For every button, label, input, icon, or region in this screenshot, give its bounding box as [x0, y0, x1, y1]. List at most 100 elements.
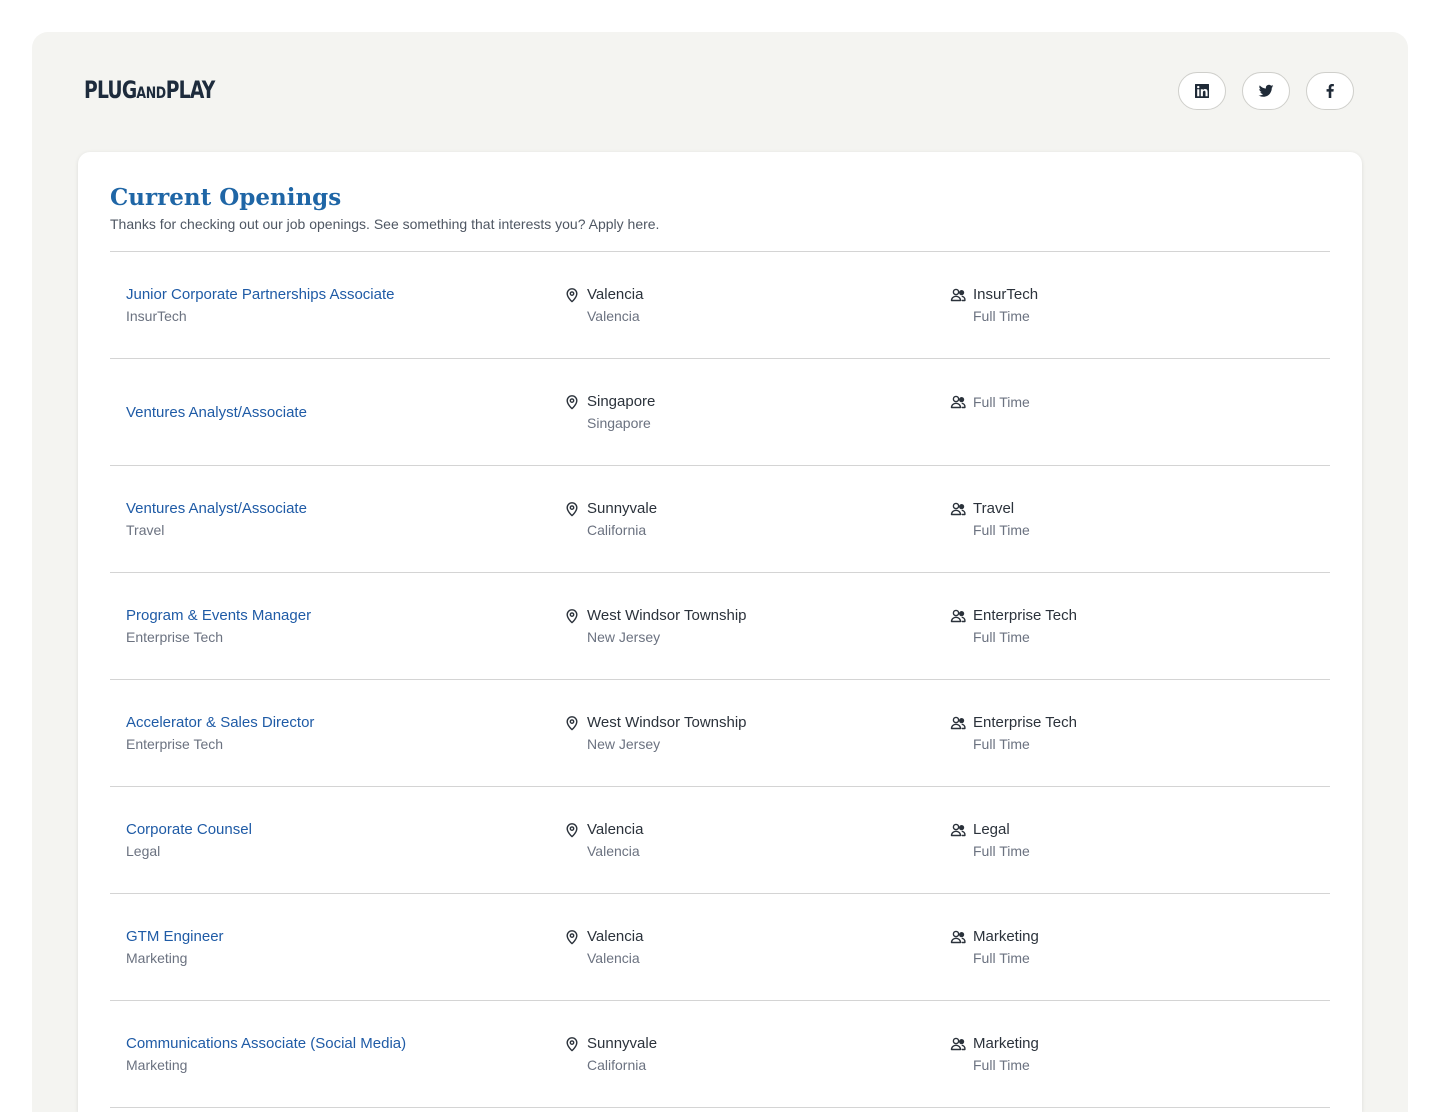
job-info: Accelerator & Sales Director Enterprise …	[126, 680, 546, 786]
people-icon	[950, 608, 966, 624]
job-department-name: Enterprise Tech	[973, 607, 1077, 624]
job-row[interactable]: GTM Engineer Marketing Valencia Valencia…	[110, 894, 1330, 1001]
job-info: Junior Corporate Partnerships Associate …	[126, 252, 546, 358]
page-title: Current Openings	[110, 184, 342, 211]
location-pin-icon	[564, 1036, 580, 1052]
people-icon	[950, 287, 966, 303]
job-location: Valencia Valencia	[564, 787, 934, 893]
job-employment-type: Full Time	[973, 394, 1030, 410]
location-pin-icon	[564, 394, 580, 410]
job-location: West Windsor Township New Jersey	[564, 573, 934, 679]
job-department-name: Enterprise Tech	[973, 714, 1077, 731]
job-employment-type: Full Time	[973, 950, 1030, 966]
job-region: Valencia	[587, 950, 640, 966]
job-department: InsurTech Full Time	[950, 252, 1310, 358]
job-location: Valencia Valencia	[564, 894, 934, 1000]
job-row[interactable]: Accelerator & Sales Director Enterprise …	[110, 680, 1330, 787]
page-background: PLUGANDPLAY Current Openings Thanks for …	[32, 32, 1408, 1112]
job-employment-type: Full Time	[973, 736, 1030, 752]
job-city: Valencia	[587, 286, 644, 303]
twitter-icon	[1258, 84, 1274, 97]
job-department-name: Marketing	[973, 928, 1039, 945]
job-department-name: Legal	[973, 821, 1010, 838]
job-department: Enterprise Tech Full Time	[950, 680, 1310, 786]
job-title-link[interactable]: Accelerator & Sales Director	[126, 713, 314, 733]
job-info: Ventures Analyst/Associate Travel	[126, 466, 546, 572]
job-row[interactable]: Junior Corporate Partnerships Associate …	[110, 252, 1330, 359]
job-location: Sunnyvale California	[564, 1001, 934, 1107]
job-employment-type: Full Time	[973, 1057, 1030, 1073]
job-city: Valencia	[587, 928, 644, 945]
job-city: West Windsor Township	[587, 714, 747, 731]
people-icon	[950, 394, 966, 410]
job-info: Program & Events Manager Enterprise Tech	[126, 573, 546, 679]
job-location: Singapore Singapore	[564, 359, 934, 465]
job-info: Ventures Analyst/Associate	[126, 359, 546, 465]
job-employment-type: Full Time	[973, 843, 1030, 859]
job-department: Marketing Full Time	[950, 1001, 1310, 1107]
social-links	[1178, 72, 1354, 110]
job-city: Sunnyvale	[587, 1035, 658, 1052]
job-region: Valencia	[587, 843, 640, 859]
job-employment-type: Full Time	[973, 522, 1030, 538]
job-department: Full Time	[950, 359, 1310, 465]
job-title-link[interactable]: GTM Engineer	[126, 927, 224, 947]
job-department-name: InsurTech	[973, 286, 1039, 303]
facebook-icon	[1326, 83, 1334, 98]
facebook-button[interactable]	[1306, 72, 1354, 110]
people-icon	[950, 929, 966, 945]
job-title-link[interactable]: Ventures Analyst/Associate	[126, 499, 307, 519]
location-pin-icon	[564, 501, 580, 517]
plug-and-play-logo[interactable]: PLUGANDPLAY	[84, 78, 215, 102]
linkedin-icon	[1195, 84, 1209, 98]
job-department: Marketing Full Time	[950, 894, 1310, 1000]
job-openings-card: Current Openings Thanks for checking out…	[78, 152, 1362, 1112]
job-info: GTM Engineer Marketing	[126, 894, 546, 1000]
job-region: Singapore	[587, 415, 651, 431]
job-department-label: Enterprise Tech	[126, 629, 224, 645]
job-department-label: Legal	[126, 843, 161, 859]
job-department: Legal Full Time	[950, 787, 1310, 893]
job-location: West Windsor Township New Jersey	[564, 680, 934, 786]
job-title-link[interactable]: Ventures Analyst/Associate	[126, 403, 307, 423]
logo-text-and: AND	[136, 83, 166, 102]
location-pin-icon	[564, 287, 580, 303]
location-pin-icon	[564, 608, 580, 624]
twitter-button[interactable]	[1242, 72, 1290, 110]
location-pin-icon	[564, 715, 580, 731]
job-city: Valencia	[587, 821, 644, 838]
location-pin-icon	[564, 929, 580, 945]
logo-text-plug: PLUG	[84, 76, 137, 104]
job-title-link[interactable]: Junior Corporate Partnerships Associate	[126, 285, 394, 305]
job-department: Enterprise Tech Full Time	[950, 573, 1310, 679]
job-department: Travel Full Time	[950, 466, 1310, 572]
people-icon	[950, 715, 966, 731]
job-list: Junior Corporate Partnerships Associate …	[110, 251, 1330, 1108]
people-icon	[950, 1036, 966, 1052]
people-icon	[950, 501, 966, 517]
job-department-label: Enterprise Tech	[126, 736, 224, 752]
job-department-label: Marketing	[126, 1057, 188, 1073]
job-location: Sunnyvale California	[564, 466, 934, 572]
job-row[interactable]: Ventures Analyst/Associate Travel Sunnyv…	[110, 466, 1330, 573]
job-region: New Jersey	[587, 629, 661, 645]
job-title-link[interactable]: Communications Associate (Social Media)	[126, 1034, 406, 1054]
job-row[interactable]: Ventures Analyst/Associate Singapore Sin…	[110, 359, 1330, 466]
job-city: Sunnyvale	[587, 500, 658, 517]
job-employment-type: Full Time	[973, 308, 1030, 324]
job-info: Corporate Counsel Legal	[126, 787, 546, 893]
job-region: California	[587, 1057, 647, 1073]
job-employment-type: Full Time	[973, 629, 1030, 645]
job-title-link[interactable]: Program & Events Manager	[126, 606, 311, 626]
job-region: California	[587, 522, 647, 538]
linkedin-button[interactable]	[1178, 72, 1226, 110]
job-row[interactable]: Program & Events Manager Enterprise Tech…	[110, 573, 1330, 680]
job-row[interactable]: Corporate Counsel Legal Valencia Valenci…	[110, 787, 1330, 894]
job-row[interactable]: Communications Associate (Social Media) …	[110, 1001, 1330, 1108]
job-region: New Jersey	[587, 736, 661, 752]
job-title-link[interactable]: Corporate Counsel	[126, 820, 252, 840]
job-location: Valencia Valencia	[564, 252, 934, 358]
job-department-label: InsurTech	[126, 308, 187, 324]
job-info: Communications Associate (Social Media) …	[126, 1001, 546, 1107]
job-region: Valencia	[587, 308, 640, 324]
